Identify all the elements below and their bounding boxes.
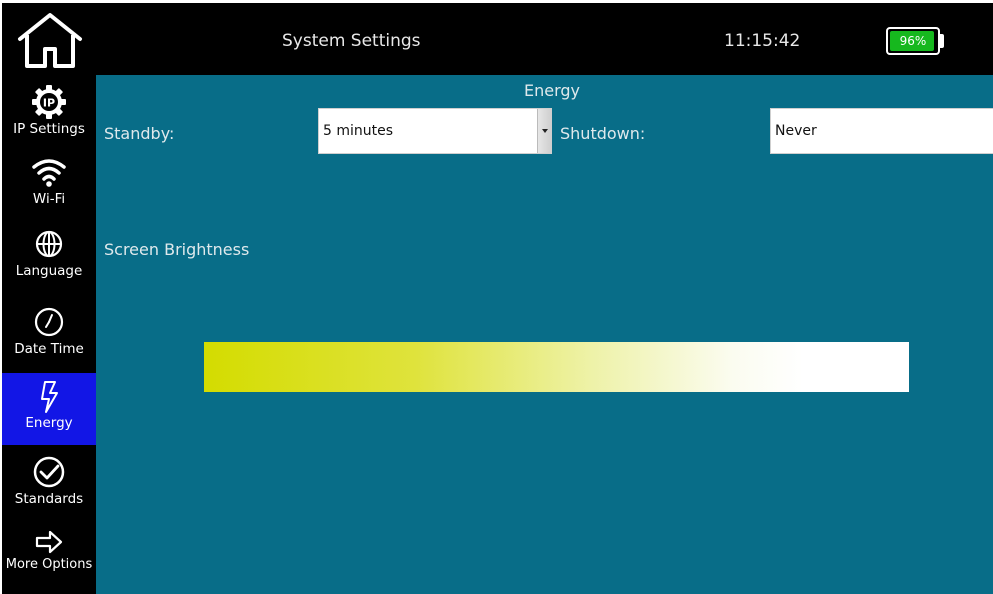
svg-text:IP: IP <box>43 97 55 110</box>
sidebar-item-energy[interactable]: Energy <box>2 373 96 445</box>
clock-time: 11:15:42 <box>724 31 801 51</box>
standby-label: Standby: <box>104 124 175 143</box>
sidebar-item-ip-settings[interactable]: IP IP Settings <box>2 79 96 147</box>
standby-value: 5 minutes <box>323 123 394 139</box>
home-icon <box>18 13 82 68</box>
check-circle-icon <box>33 456 65 488</box>
sidebar-item-label: IP Settings <box>13 121 85 137</box>
page-title: System Settings <box>282 31 421 51</box>
battery-indicator: 96% <box>886 27 940 55</box>
sidebar-item-label: More Options <box>5 557 93 572</box>
sidebar-item-label: Wi-Fi <box>32 191 66 207</box>
arrow-right-icon <box>35 530 63 554</box>
chevron-down-icon <box>537 109 551 153</box>
battery-terminal <box>940 34 944 48</box>
brightness-slider[interactable] <box>204 342 909 392</box>
sidebar-item-label: Standards <box>14 491 84 507</box>
section-title: Energy <box>524 81 581 100</box>
header-bar: System Settings 11:15:42 96% <box>2 3 993 75</box>
sidebar-item-more-options[interactable]: More Options <box>2 523 96 594</box>
sidebar-item-label: Date Time <box>14 341 84 357</box>
globe-icon <box>35 230 63 258</box>
clock-icon <box>34 307 64 337</box>
battery-percent: 96% <box>899 34 927 48</box>
brightness-label: Screen Brightness <box>104 240 250 259</box>
wifi-icon <box>32 159 66 187</box>
lightning-icon <box>41 381 58 413</box>
sidebar-item-language[interactable]: Language <box>2 217 96 293</box>
sidebar-item-label: Energy <box>25 415 73 431</box>
shutdown-label: Shutdown: <box>560 124 646 143</box>
sidebar: IP IP Settings Wi-Fi Language Date Time … <box>2 75 96 594</box>
sidebar-item-wifi[interactable]: Wi-Fi <box>2 147 96 217</box>
settings-panel: Energy Standby: 5 minutes Shutdown: Neve… <box>96 75 993 594</box>
shutdown-value: Never <box>775 123 817 139</box>
ip-gear-icon: IP <box>32 85 66 119</box>
home-button[interactable] <box>10 9 90 71</box>
device-screen: System Settings 11:15:42 96% IP IP Setti… <box>2 3 993 594</box>
sidebar-item-label: Language <box>15 263 83 279</box>
sidebar-item-standards[interactable]: Standards <box>2 447 96 521</box>
shutdown-dropdown[interactable]: Never <box>770 108 993 154</box>
sidebar-item-date-time[interactable]: Date Time <box>2 295 96 371</box>
standby-dropdown[interactable]: 5 minutes <box>318 108 552 154</box>
